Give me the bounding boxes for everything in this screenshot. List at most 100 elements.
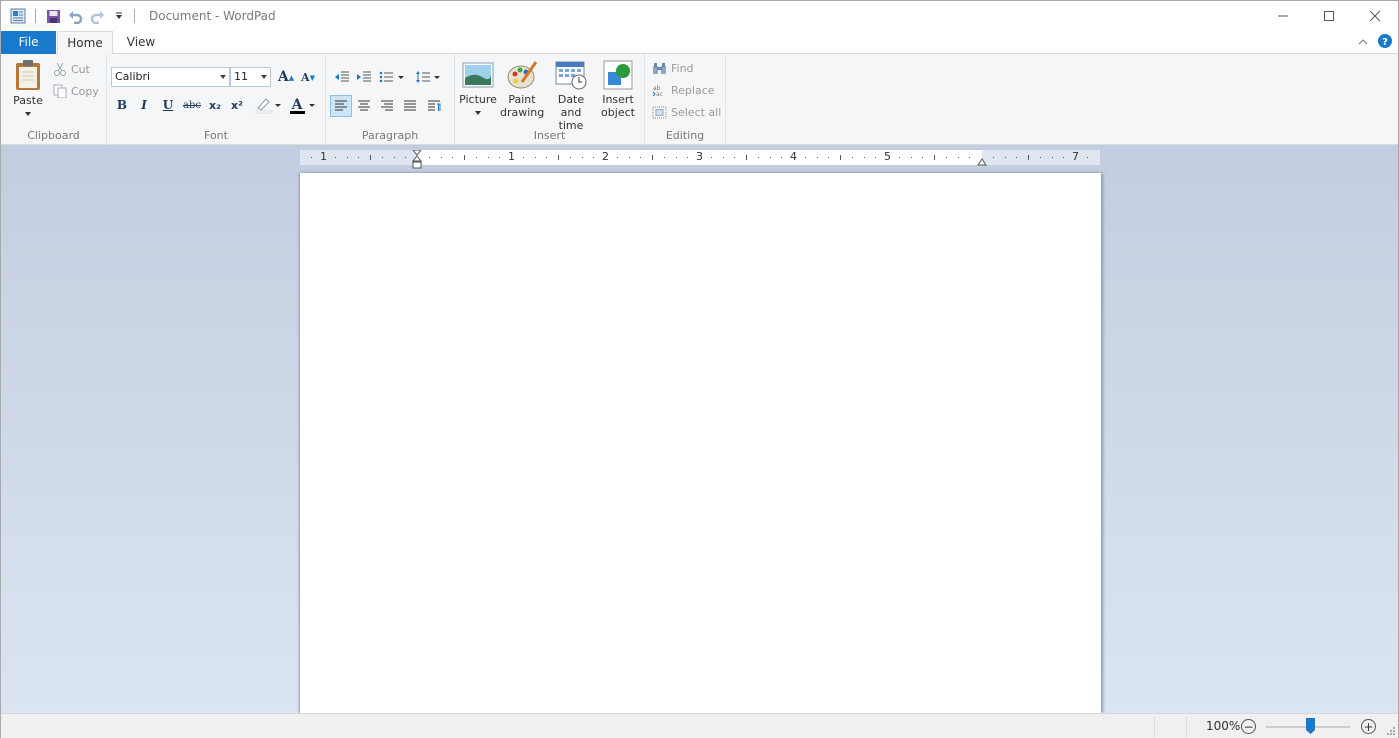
ruler-dot	[381, 157, 383, 158]
line-spacing-button[interactable]	[414, 66, 444, 88]
underline-button[interactable]: U	[158, 95, 178, 115]
decrease-indent-icon	[335, 71, 349, 82]
paste-button[interactable]: Paste	[9, 59, 47, 120]
replace-button[interactable]: ab ac Replace	[652, 84, 715, 97]
tab-home[interactable]: Home	[57, 31, 113, 55]
ruler-number: 7	[1072, 150, 1079, 163]
maximize-button[interactable]	[1306, 1, 1352, 31]
subscript-button[interactable]: x₂	[205, 95, 225, 115]
document-page[interactable]	[300, 173, 1101, 713]
group-font: Calibri 11 A ▲ A ▼ B I U abc x₂ x² A Font	[107, 54, 326, 145]
ruler-dot	[358, 157, 360, 158]
bold-button[interactable]: B	[112, 95, 132, 115]
ruler-dot	[593, 157, 595, 158]
picture-icon	[462, 62, 494, 88]
close-button[interactable]	[1352, 1, 1398, 31]
status-divider	[1186, 717, 1187, 737]
ruler-dot	[546, 157, 548, 158]
bullets-button[interactable]	[378, 66, 408, 88]
ruler-dot	[640, 157, 642, 158]
justify-button[interactable]	[399, 95, 421, 117]
title-bar: Document - WordPad	[1, 1, 1398, 31]
minimize-button[interactable]	[1260, 1, 1306, 31]
shrink-font-button[interactable]: A ▼	[298, 67, 318, 87]
redo-icon[interactable]	[88, 7, 106, 25]
grow-font-button[interactable]: A ▲	[276, 67, 296, 87]
ruler-dot	[616, 157, 618, 158]
select-all-button[interactable]: Select all	[652, 106, 721, 119]
decrease-indent-button[interactable]	[331, 66, 353, 88]
align-right-button[interactable]	[376, 95, 398, 117]
collapse-ribbon-button[interactable]	[1358, 36, 1368, 49]
paint-drawing-button[interactable]: Paint drawing	[500, 60, 544, 119]
strikethrough-button[interactable]: abc	[182, 95, 202, 115]
ruler-dot	[816, 157, 818, 158]
zoom-out-button[interactable]: −	[1241, 719, 1256, 734]
minimize-icon	[1278, 15, 1288, 17]
cut-button[interactable]: Cut	[53, 62, 90, 76]
clipboard-group-label: Clipboard	[27, 129, 80, 142]
insert-object-button[interactable]: Insert object	[598, 60, 638, 119]
align-center-button[interactable]	[353, 95, 375, 117]
superscript-icon: x²	[231, 98, 243, 112]
resize-grip-icon[interactable]	[1386, 726, 1396, 736]
bullet-list-icon	[379, 71, 404, 83]
ruler-dot	[992, 157, 994, 158]
justify-icon	[404, 100, 416, 111]
ruler-number: 5	[884, 150, 891, 163]
replace-label: Replace	[671, 84, 715, 97]
minus-icon: −	[1243, 719, 1254, 734]
increase-indent-button[interactable]	[353, 66, 375, 88]
paint-drawing-label-1: Paint	[508, 93, 536, 106]
help-icon: ?	[1378, 34, 1392, 48]
ruler-dot	[440, 157, 442, 158]
calendar-clock-icon	[555, 61, 587, 90]
tab-file[interactable]: File	[1, 31, 56, 54]
ruler-dot	[534, 157, 536, 158]
help-button[interactable]: ?	[1378, 34, 1392, 51]
window-title: Document - WordPad	[149, 9, 276, 23]
font-family-select[interactable]: Calibri	[111, 67, 230, 87]
ruler-dot	[722, 157, 724, 158]
ruler-tick	[464, 155, 465, 160]
font-size-select[interactable]: 11	[230, 67, 271, 87]
find-button[interactable]: Find	[652, 62, 694, 75]
zoom-slider-thumb[interactable]	[1306, 718, 1315, 734]
highlighter-icon	[255, 98, 281, 114]
first-line-indent-marker[interactable]	[412, 150, 422, 171]
customize-qat-icon[interactable]	[110, 7, 128, 25]
copy-button[interactable]: Copy	[53, 84, 99, 98]
picture-button[interactable]: Picture	[458, 60, 498, 119]
undo-icon[interactable]	[66, 7, 84, 25]
ruler-dot	[405, 157, 407, 158]
font-color-button[interactable]: A	[287, 95, 317, 115]
ribbon-tabs: File Home View ?	[1, 31, 1398, 55]
select-all-label: Select all	[671, 106, 722, 119]
italic-button[interactable]: I	[134, 95, 154, 115]
close-icon	[1369, 10, 1381, 22]
ruler-dot	[628, 157, 630, 158]
insert-object-label-1: Insert	[602, 93, 634, 106]
highlight-color-button[interactable]	[253, 95, 283, 115]
scissors-icon	[54, 62, 66, 76]
paragraph-settings-button[interactable]	[423, 95, 445, 117]
palette-icon	[507, 61, 538, 89]
ribbon-controls: ?	[1358, 34, 1392, 51]
save-icon[interactable]	[44, 7, 62, 25]
align-left-button[interactable]	[330, 95, 352, 117]
superscript-button[interactable]: x²	[227, 95, 247, 115]
ruler[interactable]: 1 1 2 3 4 5 7	[300, 150, 1100, 169]
tab-view[interactable]: View	[116, 31, 166, 54]
ruler-dot	[475, 157, 477, 158]
date-time-button[interactable]: Date and time	[546, 60, 596, 132]
ruler-dot	[393, 157, 395, 158]
dropdown-arrow-icon	[25, 112, 31, 116]
window-controls	[1260, 1, 1398, 31]
zoom-in-button[interactable]: +	[1361, 719, 1376, 734]
right-indent-marker[interactable]	[977, 156, 987, 166]
paste-label: Paste	[13, 94, 43, 107]
app-icon[interactable]	[9, 7, 27, 25]
ruler-number: 3	[696, 150, 703, 163]
ruler-dot	[452, 157, 454, 158]
ruler-tick	[840, 155, 841, 160]
